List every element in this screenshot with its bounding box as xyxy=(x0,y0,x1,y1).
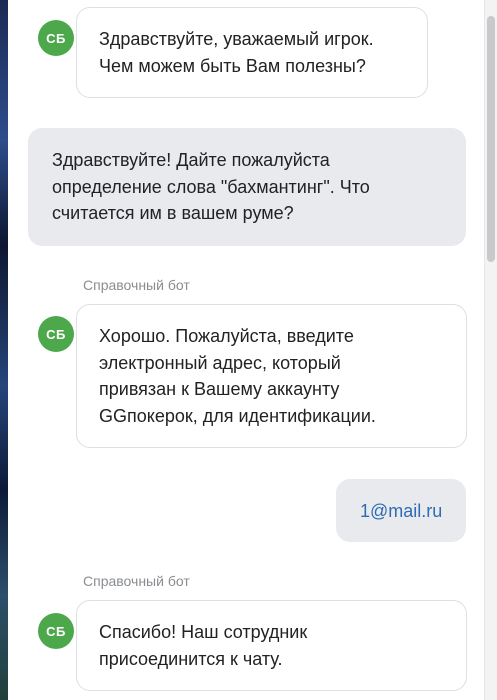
sender-name: Справочный бот xyxy=(83,277,190,293)
user-message-bubble: Здравствуйте! Дайте пожалуйста определен… xyxy=(28,128,466,246)
scrollbar[interactable] xyxy=(484,0,497,700)
bot-message-bubble: Спасибо! Наш сотрудник присоединится к ч… xyxy=(76,600,467,691)
message-text: Хорошо. Пожалуйста, введите электронный … xyxy=(99,326,376,426)
background-page-strip xyxy=(0,0,8,700)
message-text: Спасибо! Наш сотрудник присоединится к ч… xyxy=(99,622,308,669)
bot-message-bubble: Хорошо. Пожалуйста, введите электронный … xyxy=(76,304,467,448)
bot-avatar: СБ xyxy=(38,613,74,649)
message-text: Здравствуйте, уважаемый игрок. Чем можем… xyxy=(99,29,374,76)
chat-window: СБ Здравствуйте, уважаемый игрок. Чем мо… xyxy=(8,0,485,700)
email-link[interactable]: 1@mail.ru xyxy=(360,498,442,525)
sender-name: Справочный бот xyxy=(83,573,190,589)
message-text: Здравствуйте! Дайте пожалуйста определен… xyxy=(52,150,370,223)
scrollbar-thumb[interactable] xyxy=(487,16,495,262)
user-message-bubble: 1@mail.ru xyxy=(336,479,466,542)
bot-avatar: СБ xyxy=(38,20,74,56)
bot-avatar: СБ xyxy=(38,316,74,352)
bot-message-bubble: Здравствуйте, уважаемый игрок. Чем можем… xyxy=(76,7,428,98)
